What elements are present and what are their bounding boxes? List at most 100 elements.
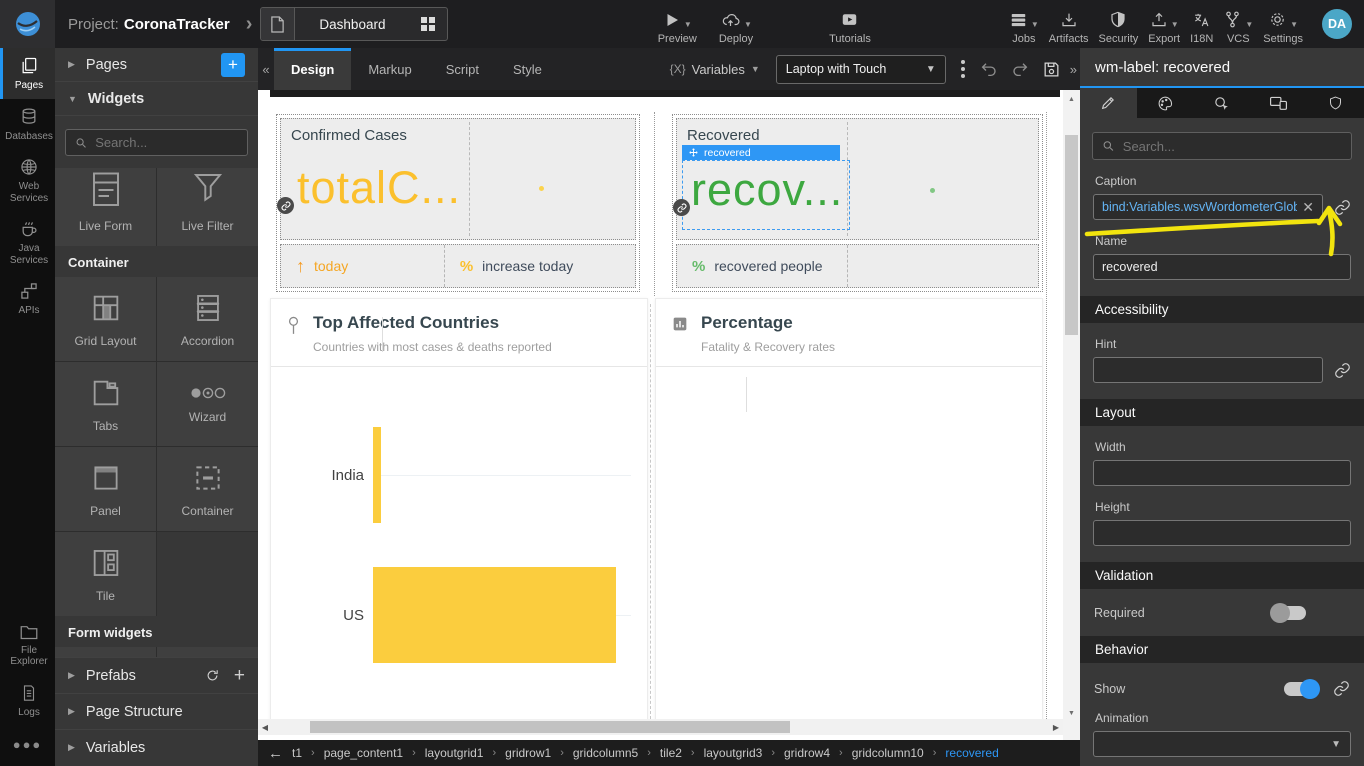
variables-accordion[interactable]: ▶ Variables (55, 729, 258, 765)
add-prefab-button[interactable]: + (234, 666, 245, 685)
hint-input[interactable] (1093, 357, 1323, 383)
settings-button[interactable]: ▼ Settings (1258, 9, 1308, 45)
caption-bind-button[interactable] (1334, 199, 1351, 216)
rail-item-databases[interactable]: Databases (0, 99, 55, 150)
selected-widget-outline[interactable] (682, 160, 850, 230)
canvas-horizontal-scrollbar[interactable]: ◀ ▶ (258, 719, 1063, 735)
preview-button[interactable]: ▼ Preview (653, 9, 702, 45)
layout-grid-icon[interactable] (409, 17, 447, 31)
rail-item-pages[interactable]: Pages (0, 48, 55, 99)
confirmed-tile-stats[interactable]: ↑ today % increase today (280, 244, 636, 288)
variables-dropdown[interactable]: {X} Variables ▼ (670, 62, 760, 77)
tab-script[interactable]: Script (429, 48, 496, 90)
bar-us[interactable] (373, 567, 616, 663)
rail-item-java-services[interactable]: Java Services (0, 211, 55, 273)
breadcrumb-item[interactable]: tile2 (660, 746, 682, 760)
confirmed-tile-main[interactable]: Confirmed Cases totalC... (280, 118, 636, 240)
confirmed-cases-tile[interactable]: Confirmed Cases totalC... ↑ today % (276, 114, 640, 292)
device-select[interactable]: Laptop with Touch ▼ (776, 55, 946, 84)
rail-item-file-explorer[interactable]: File Explorer (0, 615, 55, 675)
refresh-icon[interactable] (205, 668, 220, 683)
scroll-up-icon[interactable]: ▲ (1063, 92, 1080, 106)
rail-item-logs[interactable]: Logs (0, 675, 55, 726)
widget-live-filter[interactable]: Live Filter (157, 168, 258, 246)
breadcrumb-item[interactable]: gridrow1 (505, 746, 551, 760)
horizontal-scroll-thumb[interactable] (310, 721, 790, 733)
breadcrumb-item-active[interactable]: recovered (945, 746, 998, 760)
animation-select[interactable]: ▼ (1093, 731, 1351, 757)
rail-item-apis[interactable]: APIs (0, 273, 55, 324)
tab-events[interactable] (1194, 88, 1251, 118)
increase-today-stat[interactable]: % increase today (445, 245, 588, 287)
scroll-down-icon[interactable]: ▼ (1063, 706, 1080, 720)
tab-properties[interactable] (1080, 88, 1137, 118)
countries-bar-chart[interactable]: India US (271, 367, 647, 663)
security-button[interactable]: Security (1094, 9, 1144, 45)
tab-devices[interactable] (1250, 88, 1307, 118)
add-page-button[interactable]: + (221, 53, 245, 77)
hint-bind-button[interactable] (1334, 362, 1351, 379)
widget-accordion[interactable]: Accordion (157, 277, 258, 361)
artifacts-button[interactable]: Artifacts (1044, 9, 1094, 45)
tab-markup[interactable]: Markup (351, 48, 428, 90)
more-menu-icon[interactable]: ●●● (0, 725, 55, 766)
save-button[interactable] (1042, 60, 1061, 79)
export-button[interactable]: ▼ Export (1143, 9, 1185, 45)
breadcrumb-item[interactable]: gridrow4 (784, 746, 830, 760)
required-toggle[interactable] (1272, 606, 1306, 620)
today-stat[interactable]: ↑ today (281, 245, 444, 287)
prefabs-accordion[interactable]: ▶ Prefabs + (55, 657, 258, 693)
undo-button[interactable] (980, 60, 998, 78)
widget-grid-layout[interactable]: Grid Layout (55, 277, 156, 361)
widget-container[interactable]: Container (157, 447, 258, 531)
breadcrumb-item[interactable]: t1 (292, 746, 302, 760)
widget-search[interactable] (65, 129, 248, 156)
breadcrumb-item[interactable]: page_content1 (324, 746, 403, 760)
name-input[interactable] (1093, 254, 1351, 280)
height-input[interactable] (1093, 520, 1351, 546)
width-input[interactable] (1093, 460, 1351, 486)
user-avatar[interactable]: DA (1322, 9, 1352, 39)
breadcrumb-item[interactable]: gridcolumn10 (852, 746, 924, 760)
scroll-left-icon[interactable]: ◀ (258, 719, 272, 735)
selection-tag[interactable]: recovered (682, 145, 840, 160)
tutorials-button[interactable]: Tutorials (824, 9, 876, 45)
jobs-button[interactable]: ▼ Jobs (1004, 9, 1044, 45)
page-structure-accordion[interactable]: ▶ Page Structure (55, 693, 258, 729)
vcs-button[interactable]: ▼ VCS (1218, 9, 1258, 45)
bar-india[interactable] (373, 427, 381, 523)
show-bind-button[interactable] (1333, 680, 1350, 697)
widget-tabs[interactable]: Tabs (55, 362, 156, 446)
widget-tile[interactable]: Tile (55, 532, 156, 616)
design-canvas[interactable]: Confirmed Cases totalC... ↑ today % (258, 90, 1080, 740)
widget-search-input[interactable] (95, 135, 238, 150)
breadcrumb-back-icon[interactable]: ← (268, 746, 283, 761)
tab-style[interactable]: Style (496, 48, 559, 90)
caption-input[interactable]: bind:Variables.wsvWordometerGlobal.c ✕ (1093, 194, 1323, 220)
recovered-tile-stats[interactable]: % recovered people (676, 244, 1039, 288)
properties-search[interactable] (1092, 132, 1352, 160)
recovered-tile-main[interactable]: Recovered recovered recov... (676, 118, 1039, 240)
collapse-left-panel-icon[interactable]: « (258, 62, 274, 77)
breadcrumb-item[interactable]: layoutgrid1 (425, 746, 484, 760)
countries-panel[interactable]: Top Affected Countries Countries with mo… (270, 298, 648, 723)
deploy-button[interactable]: ▼ Deploy (714, 9, 758, 45)
widget-live-form[interactable]: Live Form (55, 168, 156, 246)
more-options-icon[interactable] (961, 60, 965, 78)
show-toggle[interactable] (1284, 682, 1318, 696)
scroll-right-icon[interactable]: ▶ (1049, 719, 1063, 735)
recovered-people-stat[interactable]: % recovered people (677, 245, 847, 287)
breadcrumb-item[interactable]: layoutgrid3 (704, 746, 763, 760)
tab-styles[interactable] (1137, 88, 1194, 118)
canvas-vertical-scrollbar[interactable]: ▲ ▼ (1063, 90, 1080, 740)
confirmed-total-label[interactable]: totalC... (297, 165, 461, 210)
collapse-right-panel-icon[interactable]: » (1070, 62, 1077, 77)
app-logo[interactable] (0, 0, 55, 48)
rail-item-web-services[interactable]: Web Services (0, 149, 55, 211)
pages-accordion[interactable]: ▶ Pages + (55, 48, 258, 82)
vertical-scroll-thumb[interactable] (1065, 135, 1078, 335)
tab-design[interactable]: Design (274, 48, 351, 90)
breadcrumb-item[interactable]: gridcolumn5 (573, 746, 638, 760)
percentage-panel[interactable]: Percentage Fatality & Recovery rates (655, 298, 1043, 723)
i18n-button[interactable]: I18N (1185, 9, 1218, 45)
